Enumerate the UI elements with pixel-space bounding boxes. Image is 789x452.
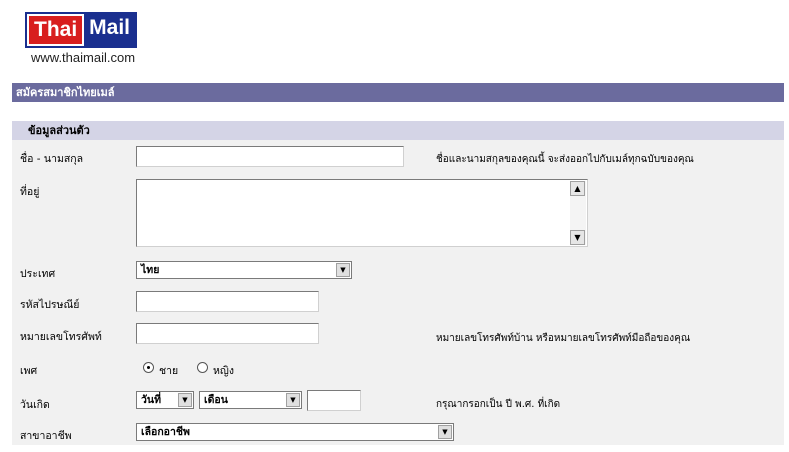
postcode-label: รหัสไปรษณีย์ xyxy=(20,299,80,311)
section-title: ข้อมูลส่วนตัว xyxy=(12,121,784,140)
chevron-down-icon[interactable]: ▼ xyxy=(286,393,300,407)
scroll-down-icon[interactable]: ▼ xyxy=(570,230,585,245)
chevron-down-icon[interactable]: ▼ xyxy=(336,263,350,277)
site-url: www.thaimail.com xyxy=(31,50,136,65)
country-select[interactable]: ไทย ▼ xyxy=(136,261,352,279)
name-label: ชื่อ - นามสกุล xyxy=(20,153,84,165)
postcode-input[interactable] xyxy=(136,291,319,312)
gender-male-label: ชาย xyxy=(159,365,179,377)
occupation-select[interactable]: เลือกอาชีพ ▼ xyxy=(136,423,454,441)
birth-year-input[interactable] xyxy=(307,390,361,411)
occupation-label: สาขาอาชีพ xyxy=(20,430,72,442)
birth-month-value: เดือน xyxy=(204,394,228,406)
logo-thai-text: Thai xyxy=(27,14,85,46)
thaimail-logo[interactable]: Thai Mail xyxy=(25,12,138,48)
address-textarea[interactable]: ▲ ▼ xyxy=(136,179,588,247)
gender-label: เพศ xyxy=(20,365,38,377)
chevron-down-icon[interactable]: ▼ xyxy=(438,425,452,439)
address-scrollbar[interactable]: ▲ ▼ xyxy=(570,181,586,245)
chevron-down-icon[interactable]: ▼ xyxy=(178,393,192,407)
name-hint: ชื่อและนามสกุลของคุณนี้ จะส่งออกไปกับเมล… xyxy=(436,154,694,165)
gender-female-label: หญิง xyxy=(213,365,234,377)
birth-day-select[interactable]: วันที่ ▼ xyxy=(136,391,194,409)
name-input[interactable] xyxy=(136,146,404,167)
country-selected-value: ไทย xyxy=(141,264,160,276)
gender-female-radio[interactable] xyxy=(197,362,208,373)
birth-month-select[interactable]: เดือน ▼ xyxy=(199,391,302,409)
birthdate-label: วันเกิด xyxy=(20,399,50,411)
gender-male-radio[interactable] xyxy=(143,362,154,373)
page-title: สมัครสมาชิกไทยเมล์ xyxy=(12,83,784,102)
occupation-selected-value: เลือกอาชีพ xyxy=(141,426,190,438)
country-label: ประเทศ xyxy=(20,268,56,280)
birthdate-hint: กรุณากรอกเป็น ปี พ.ศ. ที่เกิด xyxy=(436,399,561,410)
address-label: ที่อยู่ xyxy=(20,186,40,198)
phone-input[interactable] xyxy=(136,323,319,344)
phone-hint: หมายเลขโทรศัพท์บ้าน หรือหมายเลขโทรศัพท์ม… xyxy=(436,333,691,344)
logo-mail-text: Mail xyxy=(84,14,136,46)
birth-day-value: วันที่ xyxy=(141,394,161,406)
phone-label: หมายเลขโทรศัพท์ xyxy=(20,331,102,343)
scroll-up-icon[interactable]: ▲ xyxy=(570,181,585,196)
